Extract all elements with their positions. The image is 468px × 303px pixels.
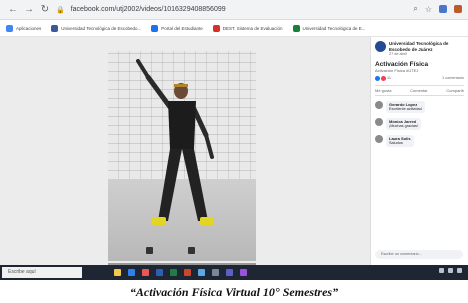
speaker-object [146, 247, 153, 254]
like-button[interactable]: Me gusta [375, 88, 391, 93]
network-icon[interactable] [439, 268, 444, 273]
browser-toolbar: ← → ↻ 🔒 facebook.com/utj2002/videos/1016… [0, 0, 468, 20]
word-icon[interactable] [156, 269, 163, 276]
windows-taskbar: Escribe aquí [0, 265, 468, 280]
monitor-screen: ← → ↻ 🔒 facebook.com/utj2002/videos/1016… [0, 0, 468, 280]
system-tray [439, 268, 462, 273]
taskbar-apps [114, 269, 247, 276]
page-header: Universidad Tecnológica de Escobedo de J… [375, 41, 464, 57]
forward-icon[interactable]: → [24, 4, 34, 15]
reload-icon[interactable]: ↻ [40, 4, 50, 15]
comment-input[interactable]: Escribe un comentario... [375, 250, 463, 259]
bookmark-item[interactable]: Aplicaciones [6, 24, 41, 32]
bookmark-item[interactable]: Universidad Tecnológica de Escobedo... [51, 24, 141, 32]
bookmark-item[interactable]: DEST. Sistema de Evaluación [212, 24, 283, 32]
photo-caption: “Activación Física Virtual 10° Semestres… [129, 285, 339, 299]
comment-button[interactable]: Comentar [410, 88, 428, 93]
edge-icon[interactable] [128, 269, 135, 276]
back-icon[interactable]: ← [8, 4, 18, 15]
star-icon[interactable]: ☆ [425, 5, 432, 14]
reactions-row[interactable]: 11 1 comentario [375, 76, 464, 81]
profile-icon[interactable] [454, 5, 462, 13]
video-viewer [0, 37, 370, 265]
teams-icon[interactable] [226, 269, 233, 276]
instructor-figure [136, 59, 214, 225]
volume-icon[interactable] [448, 268, 453, 273]
lock-icon: 🔒 [56, 6, 65, 14]
comment-item: Laura Solis Saludos [375, 135, 464, 147]
mail-icon[interactable] [198, 269, 205, 276]
bookmark-icon [292, 24, 300, 32]
video-subtitle: Activación Física #UTEJ [375, 68, 419, 73]
comment-item: Mónica Jarred ¡Muchas gracias! [375, 118, 464, 130]
battery-icon[interactable] [457, 268, 462, 273]
taskbar-search[interactable]: Escribe aquí [2, 267, 82, 278]
video-player[interactable] [108, 51, 256, 261]
action-bar: Me gusta Comentar Compartir [375, 85, 464, 96]
avatar[interactable] [375, 101, 383, 109]
photos-icon[interactable] [240, 269, 247, 276]
bookmark-item[interactable]: Portal del Estudiante [151, 24, 203, 32]
bookmark-icon [51, 24, 59, 32]
page-name[interactable]: Universidad Tecnológica de Escobedo de J… [389, 41, 464, 52]
bookmark-icon [151, 24, 159, 32]
toolbar-icons: ⌕ ☆ [413, 4, 462, 14]
address-bar[interactable]: facebook.com/utj2002/videos/101632940885… [71, 6, 226, 13]
chrome-icon[interactable] [142, 269, 149, 276]
post-date: 27 de abril [389, 52, 407, 56]
avatar[interactable] [375, 118, 383, 126]
share-button[interactable]: Compartir [446, 88, 464, 93]
avatar[interactable] [375, 135, 383, 143]
post-sidebar: Universidad Tecnológica de Escobedo de J… [370, 37, 468, 265]
search-icon[interactable]: ⌕ [413, 4, 417, 14]
love-reaction-icon [381, 76, 386, 81]
speaker-object [188, 247, 195, 254]
powerpoint-icon[interactable] [184, 269, 191, 276]
bookmarks-bar: Aplicaciones Universidad Tecnológica de … [0, 20, 468, 37]
extension-icon[interactable] [439, 5, 447, 13]
bookmark-item[interactable]: Universidad Tecnológica de E... [292, 24, 366, 32]
excel-icon[interactable] [170, 269, 177, 276]
bookmark-icon [212, 24, 220, 32]
page-avatar[interactable] [375, 41, 386, 52]
bookmark-icon [6, 24, 13, 32]
video-title: Activación Física [375, 61, 429, 68]
store-icon[interactable] [212, 269, 219, 276]
reactions-count: 11 [387, 76, 391, 80]
file-explorer-icon[interactable] [114, 269, 121, 276]
comment-item: Gerardo Lopez Excelente actividad [375, 101, 464, 113]
like-reaction-icon [375, 76, 380, 81]
comments-count[interactable]: 1 comentario [442, 76, 464, 81]
